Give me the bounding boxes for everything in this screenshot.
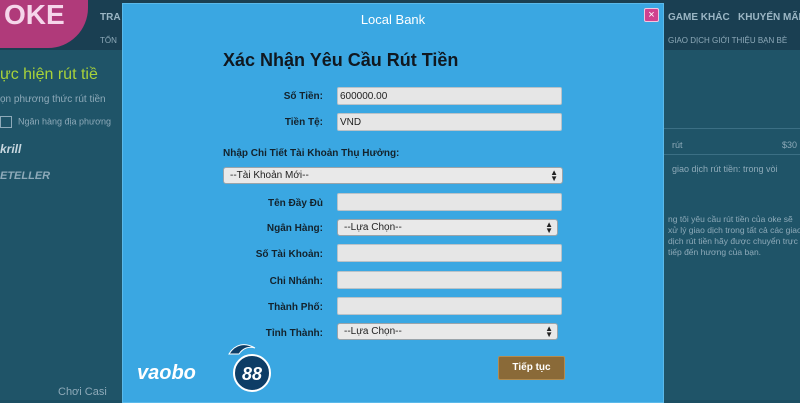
background-paragraph: ng tôi yêu cầu rút tiền của oke sẽ xử lý…	[668, 214, 800, 257]
account-select-value: --Tài Khoản Mới--	[230, 170, 309, 181]
province-label: Tỉnh Thành:	[265, 328, 323, 339]
bank-select-value: --Lựa Chọn--	[344, 222, 402, 233]
modal-header: Local Bank ×	[123, 4, 663, 34]
fullname-label: Tên Đầy Đủ	[267, 198, 323, 209]
branch-input[interactable]	[337, 271, 562, 289]
vaobo88-logo: vaobo 88	[137, 342, 277, 392]
province-select-value: --Lựa Chọn--	[344, 326, 402, 337]
nav-item-other-games[interactable]: GAME KHÁC	[668, 12, 730, 23]
currency-input[interactable]: VND	[337, 113, 562, 131]
payment-method-label: Ngân hàng địa phương	[18, 116, 111, 127]
nav-item-promotions[interactable]: KHUYẾN MÃI	[738, 12, 800, 23]
background-right-value: $30	[782, 140, 798, 150]
bank-select[interactable]: --Lựa Chọn-- ▲ ▼	[337, 219, 558, 236]
subnav-item-left[interactable]: TỔN	[100, 36, 117, 45]
close-icon: ×	[648, 9, 655, 21]
close-button[interactable]: ×	[644, 8, 659, 22]
subnav-items-right[interactable]: GIAO DỊCH GIỚI THIỆU BẠN BÈ	[668, 36, 787, 45]
payment-method-neteller[interactable]: ETELLER	[0, 170, 50, 182]
brand-badge: 88	[233, 354, 271, 392]
background-right-label: rút	[672, 140, 683, 150]
account-number-input[interactable]	[337, 244, 562, 262]
form-title: Xác Nhận Yêu Cầu Rút Tiền	[223, 50, 459, 70]
account-select[interactable]: --Tài Khoản Mới-- ▲ ▼	[223, 167, 563, 184]
branch-label: Chi Nhánh:	[269, 276, 323, 287]
select-arrows-icon: ▲ ▼	[550, 168, 558, 183]
payment-method-local-bank[interactable]: Ngân hàng địa phương	[0, 116, 111, 128]
divider	[663, 154, 800, 155]
select-arrows-icon: ▲ ▼	[545, 324, 553, 339]
continue-button[interactable]: Tiếp tục	[498, 356, 565, 380]
province-select[interactable]: --Lựa Chọn-- ▲ ▼	[337, 323, 558, 340]
amount-input[interactable]: 600000.00	[337, 87, 562, 105]
amount-label: Số Tiền:	[283, 91, 323, 102]
nav-item-left[interactable]: TRA	[100, 12, 121, 23]
background-subheading: ọn phương thức rút tiền	[0, 94, 106, 105]
select-arrows-icon: ▲ ▼	[545, 220, 553, 235]
withdrawal-modal: Local Bank × Xác Nhận Yêu Cầu Rút Tiền S…	[122, 3, 664, 403]
bank-icon	[0, 116, 12, 128]
beneficiary-section-label: Nhập Chi Tiết Tài Khoản Thụ Hưởng:	[223, 148, 400, 159]
background-right-label: giao dịch rút tiền: trong vòi	[672, 164, 778, 174]
brand-text: vaobo	[137, 362, 196, 384]
account-number-label: Số Tài Khoản:	[255, 249, 323, 260]
payment-method-skrill[interactable]: krill	[0, 142, 21, 156]
background-bottom-text: Chơi Casi	[58, 386, 107, 398]
divider	[663, 128, 800, 129]
city-label: Thành Phố:	[268, 302, 323, 313]
fullname-input[interactable]	[337, 193, 562, 211]
bank-label: Ngân Hàng:	[266, 223, 323, 234]
city-input[interactable]	[337, 297, 562, 315]
currency-label: Tiền Tệ:	[284, 117, 323, 128]
background-heading: ực hiện rút tiề	[0, 66, 98, 83]
modal-title: Local Bank	[360, 12, 426, 27]
